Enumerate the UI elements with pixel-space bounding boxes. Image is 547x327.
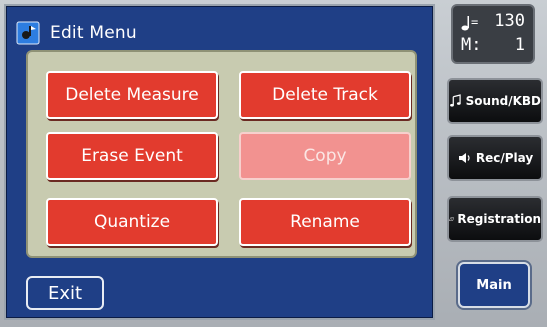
erase-event-button[interactable]: Erase Event: [46, 132, 218, 180]
edit-menu-icon: [16, 21, 40, 45]
book-icon: [449, 217, 454, 221]
copy-button[interactable]: Copy: [239, 132, 411, 180]
quarter-note-icon: [461, 16, 469, 31]
rename-button[interactable]: Rename: [239, 198, 411, 246]
tempo-value: 130: [494, 11, 525, 31]
sound-kbd-label: Sound/KBD: [465, 94, 541, 108]
delete-measure-button[interactable]: Delete Measure: [46, 71, 218, 119]
edit-button-grid: Delete Measure Delete Track Erase Event …: [26, 50, 417, 258]
edit-menu-panel: Edit Menu Delete Measure Delete Track Er…: [4, 4, 435, 320]
measure-value: 1: [514, 35, 525, 55]
rec-play-button[interactable]: Rec/Play: [447, 135, 543, 181]
title-bar: Edit Menu: [16, 20, 137, 46]
delete-track-button[interactable]: Delete Track: [239, 71, 411, 119]
tempo-measure-display: = 130 M: 1: [451, 4, 535, 64]
sound-kbd-button[interactable]: Sound/KBD: [447, 78, 543, 124]
screen: Edit Menu Delete Measure Delete Track Er…: [0, 0, 547, 327]
rec-play-label: Rec/Play: [475, 151, 534, 165]
tempo-equals: =: [471, 15, 479, 29]
registration-label: Registration: [457, 212, 541, 226]
music-note-icon: [450, 94, 461, 107]
exit-button[interactable]: Exit: [26, 276, 104, 310]
quantize-button[interactable]: Quantize: [46, 198, 218, 246]
main-button[interactable]: Main: [458, 262, 530, 308]
measure-label: M:: [461, 35, 482, 55]
speaker-icon: [458, 153, 470, 163]
measure-row: M: 1: [461, 35, 525, 55]
tempo-symbol: =: [461, 15, 478, 31]
tempo-row: = 130: [461, 11, 525, 31]
registration-button[interactable]: Registration: [447, 196, 543, 242]
page-title: Edit Menu: [50, 23, 137, 43]
